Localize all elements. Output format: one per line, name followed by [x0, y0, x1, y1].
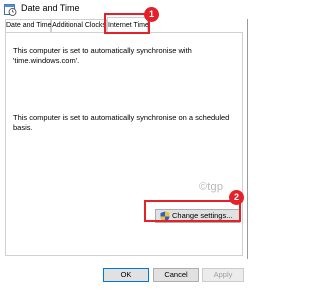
tab-date-and-time[interactable]: Date and Time	[5, 19, 52, 32]
window-title: Date and Time	[21, 3, 80, 13]
internet-time-panel: This computer is set to automatically sy…	[5, 32, 243, 256]
ok-button[interactable]: OK	[103, 268, 149, 282]
watermark: ©tgp	[199, 181, 224, 193]
cancel-button[interactable]: Cancel	[153, 268, 199, 282]
highlight-box-internet-time-tab	[104, 13, 150, 34]
highlight-box-change-settings	[144, 200, 241, 222]
sync-schedule-text: This computer is set to automatically sy…	[13, 113, 230, 132]
date-and-time-dialog: Date and Time Date and Time Additional C…	[0, 0, 248, 299]
callout-badge-1: 1	[144, 7, 159, 22]
clock-calendar-icon	[4, 4, 17, 16]
dialog-button-bar: OK Cancel Apply	[0, 259, 248, 299]
tab-additional-clocks[interactable]: Additional Clocks	[51, 19, 107, 32]
callout-badge-2: 2	[229, 190, 244, 205]
sync-server-text: This computer is set to automatically sy…	[13, 46, 192, 65]
apply-button[interactable]: Apply	[202, 268, 244, 282]
